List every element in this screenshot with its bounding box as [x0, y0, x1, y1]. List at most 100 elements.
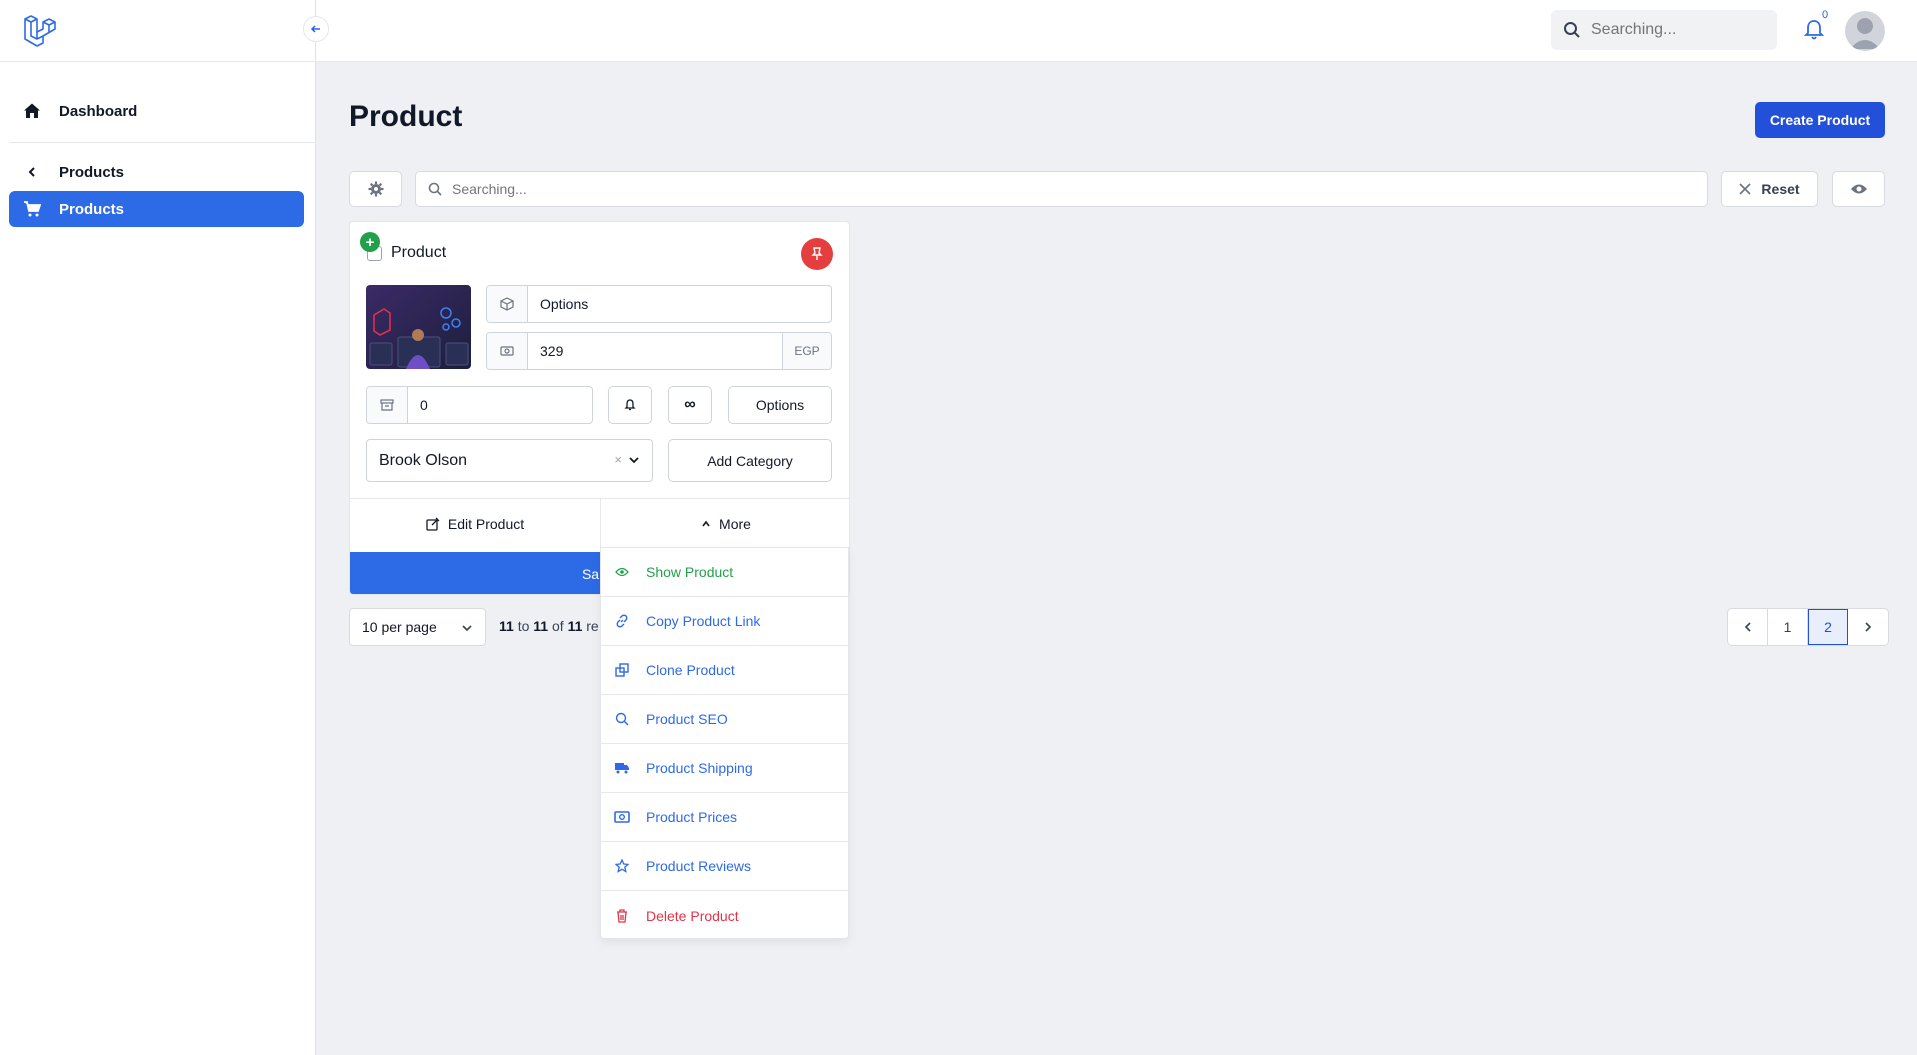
- currency-label: EGP: [782, 333, 831, 369]
- menu-item-label: Product SEO: [646, 711, 728, 727]
- product-search[interactable]: [415, 171, 1708, 207]
- stock-field[interactable]: 0: [366, 386, 593, 424]
- per-page-select[interactable]: 10 per page: [349, 608, 486, 646]
- edit-icon: [426, 517, 440, 531]
- menu-item-clone[interactable]: Clone Product: [601, 646, 848, 695]
- box-icon: [487, 286, 528, 322]
- more-actions-menu: Show Product Copy Product Link Clone Pro…: [600, 547, 849, 939]
- owner-select[interactable]: Brook Olson ×: [366, 439, 653, 482]
- total-count: 11: [567, 618, 583, 634]
- page-title: Product: [349, 100, 463, 133]
- money-icon: [487, 333, 528, 369]
- reset-label: Reset: [1761, 181, 1800, 197]
- edit-product-label: Edit Product: [447, 515, 525, 532]
- pagination: 1 2: [1727, 608, 1889, 646]
- page-button-1[interactable]: 1: [1768, 609, 1808, 645]
- reset-button[interactable]: Reset: [1721, 171, 1818, 207]
- chevron-down-icon: [629, 457, 639, 464]
- search-icon: [614, 711, 630, 727]
- range-from: 11: [499, 618, 514, 634]
- stock-value[interactable]: 0: [408, 397, 592, 413]
- collapse-sidebar-button[interactable]: [303, 16, 329, 42]
- close-icon: [1739, 183, 1751, 195]
- chevron-right-icon: [1865, 622, 1872, 632]
- menu-item-shipping[interactable]: Product Shipping: [601, 744, 848, 793]
- archive-icon: [367, 387, 408, 423]
- product-image[interactable]: [366, 285, 471, 369]
- menu-item-prices[interactable]: Product Prices: [601, 793, 848, 842]
- product-search-input[interactable]: [452, 181, 1652, 197]
- home-icon: [23, 102, 41, 120]
- global-search-input[interactable]: [1591, 21, 1761, 39]
- edit-product-button[interactable]: Edit Product: [350, 499, 600, 548]
- chevron-left-icon: [23, 163, 41, 181]
- search-icon: [428, 182, 442, 196]
- link-icon: [614, 613, 630, 629]
- notification-count-badge: 0: [1822, 9, 1829, 21]
- settings-button[interactable]: [349, 171, 402, 207]
- menu-item-copy-link[interactable]: Copy Product Link: [601, 597, 848, 646]
- create-product-button[interactable]: Create Product: [1755, 102, 1885, 138]
- sidebar-item-products[interactable]: Products: [9, 191, 304, 227]
- menu-item-reviews[interactable]: Product Reviews: [601, 842, 848, 891]
- options-button[interactable]: Options: [728, 386, 832, 424]
- add-image-button[interactable]: +: [360, 232, 380, 252]
- more-label: More: [719, 515, 751, 532]
- chevron-up-icon: [702, 520, 710, 526]
- trash-icon: [614, 908, 630, 924]
- toggle-visibility-button[interactable]: [1832, 171, 1885, 207]
- menu-item-label: Delete Product: [646, 907, 739, 924]
- notifications-bell-icon[interactable]: [1803, 19, 1825, 41]
- clone-icon: [614, 662, 630, 678]
- sidebar-item-label: Products: [59, 200, 125, 218]
- menu-item-delete[interactable]: Delete Product: [601, 891, 848, 940]
- money-icon: [614, 809, 630, 825]
- product-card-title: Product: [391, 244, 447, 261]
- pin-icon: [811, 247, 823, 260]
- truck-icon: [614, 760, 630, 776]
- eye-icon: [1850, 184, 1867, 194]
- next-page-button[interactable]: [1848, 609, 1888, 645]
- product-type-value: Options: [540, 296, 589, 312]
- sidebar-item-dashboard[interactable]: Dashboard: [9, 93, 304, 129]
- infinity-icon: ∞: [684, 396, 696, 413]
- sidebar-item-label: Products: [59, 163, 125, 181]
- product-card: Product + Options 329 EGP 0 ∞ Options Br…: [349, 221, 850, 595]
- price-value[interactable]: 329: [528, 343, 782, 359]
- prev-page-button[interactable]: [1728, 609, 1768, 645]
- menu-item-label: Product Shipping: [646, 760, 753, 776]
- unlimited-button[interactable]: ∞: [668, 386, 712, 424]
- sidebar-separator: [9, 142, 316, 143]
- eye-icon: [614, 564, 630, 580]
- pin-button[interactable]: [801, 238, 833, 270]
- menu-item-label: Product Reviews: [646, 858, 752, 874]
- menu-item-label: Copy Product Link: [646, 613, 761, 629]
- save-label: Sa: [581, 566, 600, 582]
- global-search[interactable]: [1551, 10, 1777, 50]
- price-field[interactable]: 329 EGP: [486, 332, 832, 370]
- menu-item-label: Product Prices: [646, 809, 738, 825]
- menu-item-seo[interactable]: Product SEO: [601, 695, 848, 744]
- page-button-2[interactable]: 2: [1808, 609, 1848, 645]
- add-category-button[interactable]: Add Category: [668, 439, 832, 482]
- per-page-value: 10 per page: [362, 619, 437, 635]
- laravel-logo-icon[interactable]: [22, 12, 58, 48]
- more-button[interactable]: More: [600, 499, 849, 548]
- clear-selection-icon[interactable]: ×: [614, 452, 622, 467]
- menu-item-show-product[interactable]: Show Product: [601, 548, 848, 597]
- product-type-field[interactable]: Options: [486, 285, 832, 323]
- range-to: 11: [533, 618, 549, 634]
- sidebar-item-label: Dashboard: [59, 102, 138, 120]
- sidebar-item-products-group[interactable]: Products: [9, 154, 304, 190]
- sidebar-divider: [0, 61, 316, 62]
- menu-item-label: Clone Product: [646, 662, 735, 678]
- sidebar: Dashboard Products Products: [0, 0, 316, 1055]
- cart-icon: [23, 200, 41, 218]
- user-avatar[interactable]: [1845, 11, 1885, 51]
- search-icon: [1564, 22, 1580, 38]
- owner-value: Brook Olson: [379, 451, 468, 469]
- add-category-label: Add Category: [707, 452, 793, 469]
- lock-button[interactable]: [608, 386, 652, 424]
- arrow-left-icon: [310, 25, 320, 33]
- options-label: Options: [755, 397, 805, 413]
